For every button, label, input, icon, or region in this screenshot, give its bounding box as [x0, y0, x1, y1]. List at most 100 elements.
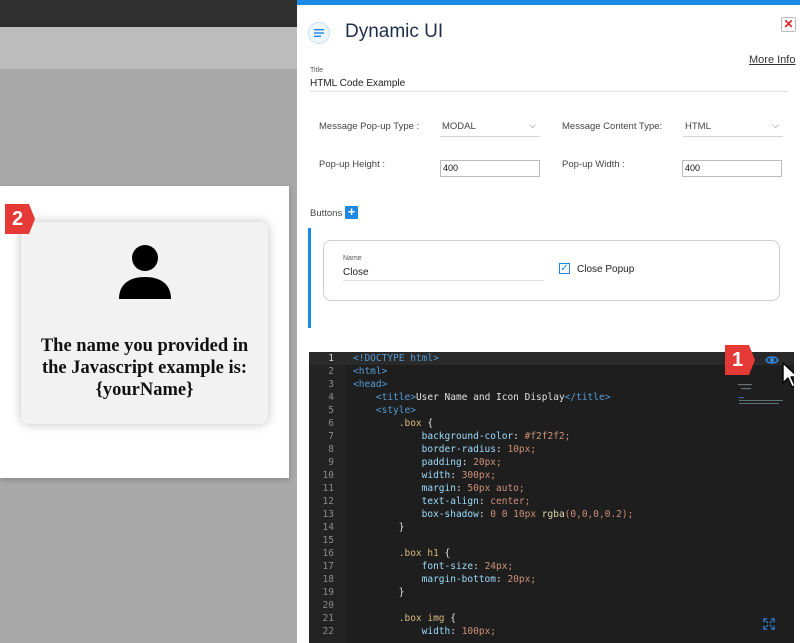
preview-box: The name you provided in the Javascript … — [21, 222, 268, 424]
code-line[interactable]: 8 border-radius: 10px; — [309, 443, 794, 456]
code-line[interactable]: 16 .box h1 { — [309, 547, 794, 560]
button-name-underline — [343, 280, 544, 281]
expand-icon[interactable] — [763, 618, 775, 630]
more-info-link[interactable]: More Info — [749, 54, 795, 66]
code-text: <!DOCTYPE html> — [353, 353, 439, 364]
close-popup-checkbox[interactable]: ✓ — [559, 263, 570, 274]
code-line[interactable]: 22 width: 100px; — [309, 625, 794, 638]
line-number: 3 — [328, 379, 334, 390]
code-editor[interactable]: 1 <!DOCTYPE html> 2 <html> 3 <head> 4 <title>U… — [309, 352, 794, 643]
add-button-icon[interactable]: + — [345, 205, 358, 219]
button-name-input[interactable]: Close — [343, 267, 369, 278]
line-number: 4 — [328, 392, 334, 403]
code-text: text-align: center; — [421, 496, 531, 507]
code-line[interactable]: 13 box-shadow: 0 0 10px rgba(0,0,0,0.2); — [309, 508, 794, 521]
chevron-down-icon: ⌵ — [772, 120, 779, 130]
line-number: 15 — [322, 535, 334, 546]
code-line[interactable]: 18 margin-bottom: 20px; — [309, 573, 794, 586]
close-popup-label: Close Popup — [577, 264, 635, 275]
panel-title: Dynamic UI — [345, 21, 444, 42]
popup-width-label: Pop-up Width : — [562, 159, 625, 170]
code-text: width: 300px; — [421, 470, 497, 481]
step-badge-2: 2 — [5, 204, 35, 234]
code-text: <head> — [353, 379, 388, 390]
code-text: font-size: 24px; — [421, 561, 514, 572]
popup-type-label: Message Pop-up Type : — [319, 121, 420, 132]
code-line[interactable]: 19 } — [309, 586, 794, 599]
code-line[interactable]: 6 .box { — [309, 417, 794, 430]
code-text: <title>User Name and Icon Display</title… — [375, 392, 611, 403]
button-card: Name Close ✓ Close Popup — [323, 240, 780, 301]
code-line[interactable]: 4 <title>User Name and Icon Display</tit… — [309, 391, 794, 404]
code-text: margin-bottom: 20px; — [421, 574, 537, 585]
code-text: padding: 20px; — [421, 457, 502, 468]
close-button[interactable]: ✕ — [781, 17, 796, 32]
code-line[interactable]: 10 width: 300px; — [309, 469, 794, 482]
line-number: 14 — [322, 522, 334, 533]
line-number: 19 — [322, 587, 334, 598]
code-text: .box img { — [398, 613, 456, 624]
title-field-underline — [310, 91, 788, 92]
popup-height-input[interactable]: 400 — [440, 160, 540, 177]
line-number: 20 — [322, 600, 334, 611]
dynamic-ui-app-icon — [308, 22, 330, 44]
code-line[interactable]: 21 .box img { — [309, 612, 794, 625]
line-number: 21 — [322, 613, 334, 624]
line-number: 13 — [322, 509, 334, 520]
popup-width-input[interactable]: 400 — [682, 160, 782, 177]
line-number: 16 — [322, 548, 334, 559]
code-line[interactable]: 3 <head> — [309, 378, 794, 391]
line-number: 12 — [322, 496, 334, 507]
panel-accent-bar — [297, 0, 800, 5]
code-line[interactable]: 14 } — [309, 521, 794, 534]
line-number: 8 — [328, 444, 334, 455]
code-line[interactable]: 5 <style> — [309, 404, 794, 417]
buttons-accent-bar — [308, 228, 311, 328]
code-text: .box h1 { — [398, 548, 451, 559]
code-text: <style> — [375, 405, 416, 416]
user-icon — [119, 245, 171, 299]
background-header-strip — [0, 27, 297, 69]
content-type-label: Message Content Type: — [562, 121, 663, 132]
code-text: <html> — [353, 366, 388, 377]
line-number: 9 — [328, 457, 334, 468]
code-text: background-color: #f2f2f2; — [421, 431, 571, 442]
code-line[interactable]: 7 background-color: #f2f2f2; — [309, 430, 794, 443]
code-line[interactable]: 11 margin: 50px auto; — [309, 482, 794, 495]
chevron-down-icon: ⌵ — [529, 120, 536, 130]
code-line[interactable]: 20 — [309, 599, 794, 612]
code-text: } — [398, 522, 405, 533]
line-number: 11 — [322, 483, 334, 494]
popup-type-select[interactable]: MODAL ⌵ — [440, 117, 540, 137]
code-line[interactable]: 2 <html> — [309, 365, 794, 378]
code-text: } — [398, 587, 405, 598]
button-name-label: Name — [343, 255, 362, 262]
code-text: .box { — [398, 418, 434, 429]
buttons-section-label: Buttons — [310, 208, 343, 219]
code-text: border-radius: 10px; — [421, 444, 537, 455]
content-type-value: HTML — [685, 121, 711, 132]
line-number: 17 — [322, 561, 334, 572]
code-text: margin: 50px auto; — [421, 483, 525, 494]
code-line[interactable]: 15 — [309, 534, 794, 547]
title-field-value[interactable]: HTML Code Example — [310, 78, 405, 89]
code-text: width: 100px; — [421, 626, 497, 637]
preview-eye-icon[interactable] — [765, 354, 779, 366]
title-field-label: Title — [310, 67, 323, 74]
popup-height-label: Pop-up Height : — [319, 159, 386, 170]
code-line[interactable]: 17 font-size: 24px; — [309, 560, 794, 573]
line-number: 7 — [328, 431, 334, 442]
mouse-cursor-icon — [782, 362, 794, 388]
code-line[interactable]: 12 text-align: center; — [309, 495, 794, 508]
line-number: 10 — [322, 470, 334, 481]
preview-message-line-1: The name you provided in — [40, 336, 249, 356]
popup-type-value: MODAL — [442, 121, 476, 132]
dynamic-ui-panel: Dynamic UI ✕ More Info Title HTML Code E… — [297, 0, 800, 643]
line-number: 22 — [322, 626, 334, 637]
code-line[interactable]: 9 padding: 20px; — [309, 456, 794, 469]
preview-message-line-2: the Javascript example is: — [41, 358, 247, 378]
code-line[interactable]: 1 <!DOCTYPE html> — [309, 352, 794, 365]
line-number: 2 — [328, 366, 334, 377]
content-type-select[interactable]: HTML ⌵ — [683, 117, 783, 137]
list-icon — [314, 29, 324, 37]
